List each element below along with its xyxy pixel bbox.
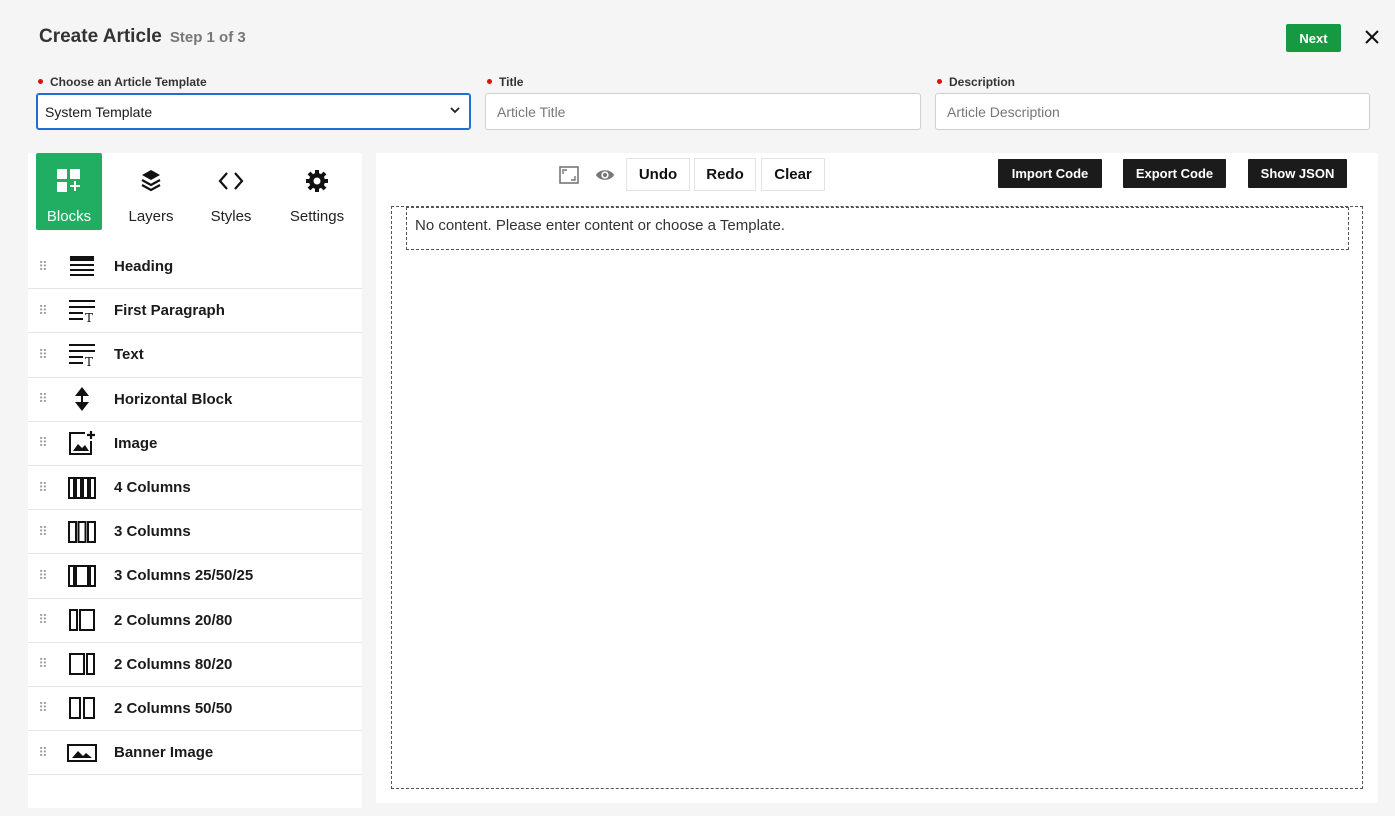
close-icon[interactable]: [1362, 27, 1382, 47]
required-marker: [38, 79, 43, 84]
title-field: Title Article Title: [485, 74, 921, 130]
four-columns-icon: [58, 473, 106, 503]
horizontal-block-icon: [58, 384, 106, 414]
layers-icon: [139, 168, 163, 198]
drag-handle-icon[interactable]: ⠿: [28, 435, 58, 451]
page-header: Create Article Step 1 of 3: [39, 26, 246, 48]
description-input[interactable]: Article Description: [935, 93, 1370, 130]
title-label: Title: [485, 74, 921, 89]
required-marker: [937, 79, 942, 84]
two-columns-20-80-icon: [58, 605, 106, 635]
tab-styles[interactable]: Styles: [191, 153, 271, 230]
block-item-2-columns-80-20[interactable]: ⠿ 2 Columns 80/20: [28, 643, 362, 687]
tab-blocks[interactable]: Blocks: [36, 153, 102, 230]
blocks-panel: Blocks Layers Styles Settings ⠿ Heading …: [28, 153, 362, 808]
block-item-banner-image[interactable]: ⠿ Banner Image: [28, 731, 362, 776]
clear-button[interactable]: Clear: [761, 158, 825, 191]
import-code-button[interactable]: Import Code: [998, 159, 1102, 188]
redo-button[interactable]: Redo: [694, 158, 756, 191]
drag-handle-icon[interactable]: ⠿: [28, 612, 58, 628]
block-item-text[interactable]: ⠿ T Text: [28, 333, 362, 378]
eye-icon[interactable]: [595, 165, 615, 185]
blocks-icon: [56, 168, 82, 198]
block-item-3-columns[interactable]: ⠿ 3 Columns: [28, 510, 362, 555]
template-select[interactable]: System Template: [36, 93, 471, 130]
block-item-4-columns[interactable]: ⠿ 4 Columns: [28, 466, 362, 511]
drag-handle-icon[interactable]: ⠿: [28, 524, 58, 540]
block-item-image[interactable]: ⠿ Image: [28, 422, 362, 466]
title-input[interactable]: Article Title: [485, 93, 921, 130]
gear-icon: [304, 168, 330, 198]
image-add-icon: [58, 428, 106, 458]
canvas-frame[interactable]: No content. Please enter content or choo…: [391, 206, 1363, 789]
svg-text:T: T: [85, 311, 93, 323]
block-item-heading[interactable]: ⠿ Heading: [28, 245, 362, 290]
heading-icon: [58, 252, 106, 282]
drag-handle-icon[interactable]: ⠿: [28, 568, 58, 584]
block-item-2-columns-50-50[interactable]: ⠿ 2 Columns 50/50: [28, 687, 362, 732]
template-select-value: System Template: [45, 103, 153, 120]
panel-tabs: Blocks Layers Styles Settings: [36, 153, 360, 230]
code-icon: [218, 168, 244, 198]
tab-label: Styles: [210, 208, 252, 225]
tab-layers[interactable]: Layers: [111, 153, 191, 230]
tab-label: Layers: [128, 208, 174, 225]
drag-handle-icon[interactable]: ⠿: [28, 700, 58, 716]
description-label: Description: [935, 74, 1370, 89]
chevron-down-icon: [448, 103, 462, 120]
banner-image-icon: [58, 738, 106, 768]
export-code-button[interactable]: Export Code: [1123, 159, 1226, 188]
description-field: Description Article Description: [935, 74, 1370, 130]
tab-settings[interactable]: Settings: [274, 153, 360, 230]
tab-label: Blocks: [46, 208, 92, 225]
drag-handle-icon[interactable]: ⠿: [28, 480, 58, 496]
drag-handle-icon[interactable]: ⠿: [28, 347, 58, 363]
block-list: ⠿ Heading ⠿ T First Paragraph ⠿ T Text ⠿…: [28, 245, 362, 776]
block-item-3-columns-25-50-25[interactable]: ⠿ 3 Columns 25/50/25: [28, 554, 362, 599]
fullscreen-icon[interactable]: [559, 165, 579, 185]
tab-label: Settings: [289, 208, 345, 225]
drag-handle-icon[interactable]: ⠿: [28, 745, 58, 761]
drag-handle-icon[interactable]: ⠿: [28, 303, 58, 319]
drag-handle-icon[interactable]: ⠿: [28, 259, 58, 275]
required-marker: [487, 79, 492, 84]
three-columns-icon: [58, 517, 106, 547]
next-button[interactable]: Next: [1286, 24, 1341, 52]
three-columns-25-50-25-icon: [58, 561, 106, 591]
paragraph-icon: T: [58, 296, 106, 326]
editor-canvas: Undo Redo Clear Import Code Export Code …: [376, 153, 1378, 803]
two-columns-50-50-icon: [58, 693, 106, 723]
show-json-button[interactable]: Show JSON: [1248, 159, 1347, 188]
block-item-2-columns-20-80[interactable]: ⠿ 2 Columns 20/80: [28, 599, 362, 643]
template-field: Choose an Article Template System Templa…: [36, 74, 471, 130]
block-item-horizontal-block[interactable]: ⠿ Horizontal Block: [28, 378, 362, 422]
undo-button[interactable]: Undo: [626, 158, 690, 191]
page-title: Create Article: [39, 26, 162, 47]
drag-handle-icon[interactable]: ⠿: [28, 656, 58, 672]
block-item-first-paragraph[interactable]: ⠿ T First Paragraph: [28, 289, 362, 334]
step-indicator: Step 1 of 3: [169, 29, 246, 46]
svg-text:T: T: [85, 355, 93, 367]
two-columns-80-20-icon: [58, 649, 106, 679]
empty-content-placeholder: No content. Please enter content or choo…: [406, 207, 1349, 250]
text-icon: T: [58, 340, 106, 370]
drag-handle-icon[interactable]: ⠿: [28, 391, 58, 407]
template-label: Choose an Article Template: [36, 74, 471, 89]
